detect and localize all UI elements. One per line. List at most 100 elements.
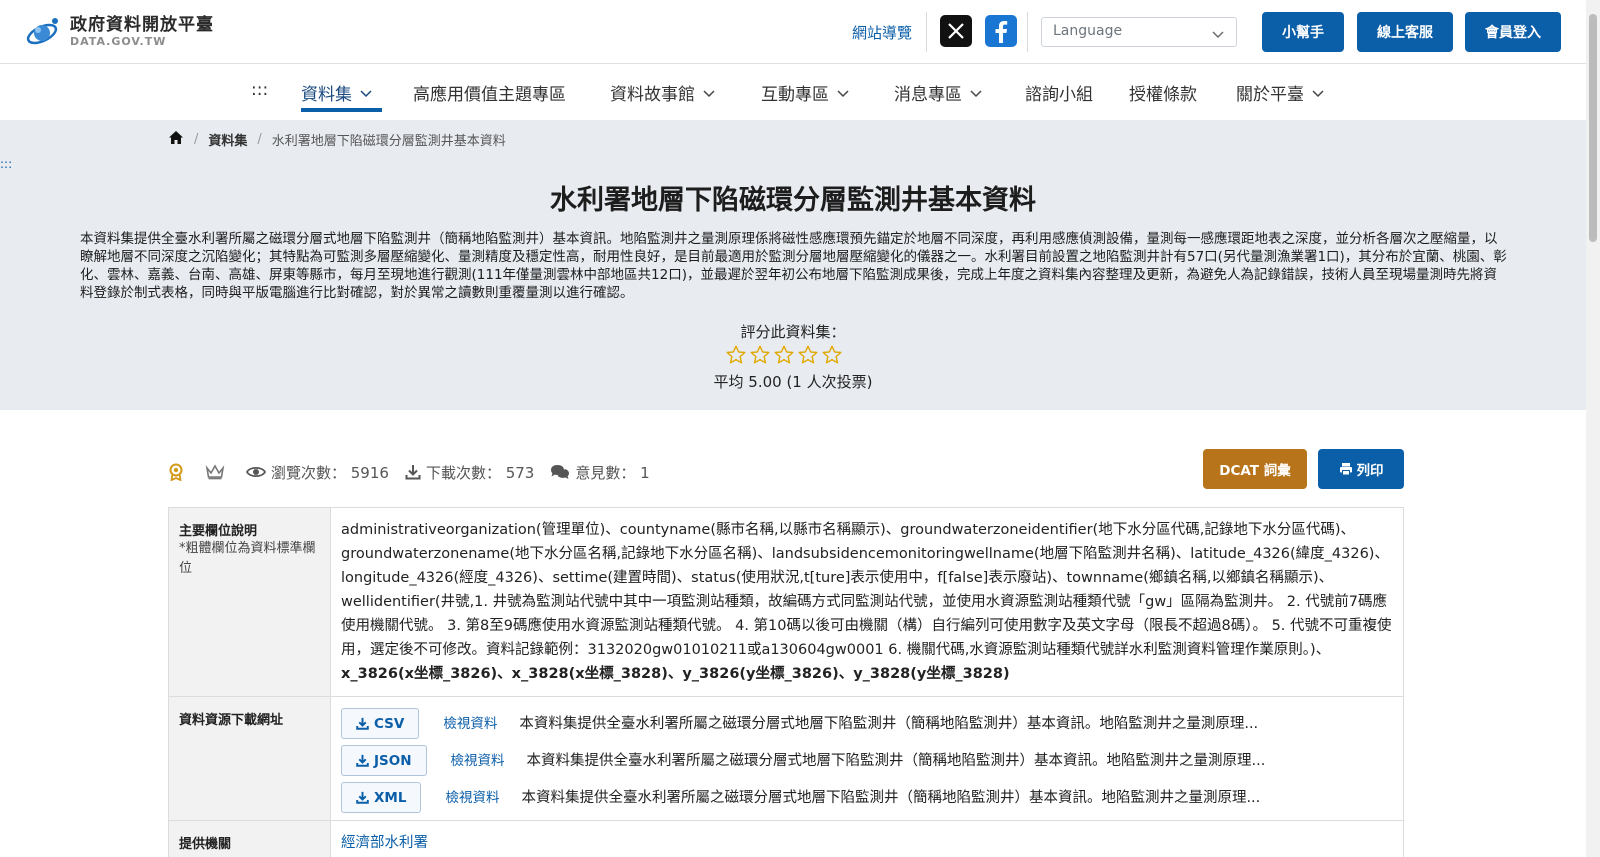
view-data-link[interactable]: 檢視資料 xyxy=(445,786,499,810)
view-data-link[interactable]: 檢視資料 xyxy=(443,712,497,736)
nav-item-high-value[interactable]: 高應用價值主題專區 xyxy=(413,80,566,105)
star-icon[interactable] xyxy=(774,345,794,364)
download-icon xyxy=(356,717,369,730)
dcat-vocabulary-button[interactable]: DCAT 詞彙 xyxy=(1203,449,1307,489)
nav-active-indicator xyxy=(301,108,382,112)
page-title: 水利署地層下陷磁環分層監測井基本資料 xyxy=(550,185,1036,216)
helper-button[interactable]: 小幫手 xyxy=(1262,12,1344,52)
logo-subtitle: DATA.GOV.TW xyxy=(70,35,167,48)
resources-list: CSV 檢視資料 本資料集提供全臺水利署所屬之磁環分層式地層下陷監測井（簡稱地陷… xyxy=(331,697,1403,820)
star-icon[interactable] xyxy=(726,345,746,364)
nav-skip-anchor[interactable]: ::: xyxy=(251,80,268,100)
printer-icon xyxy=(1339,463,1352,476)
nav-item-license[interactable]: 授權條款 xyxy=(1129,80,1197,105)
logo-icon xyxy=(24,12,64,52)
fields-description: administrativeorganization(管理單位)、countyn… xyxy=(331,508,1403,696)
nav-item-label: 資料集 xyxy=(301,85,352,105)
breadcrumb: / 資料集 / 水利署地層下陷磁環分層監測井基本資料 xyxy=(168,130,506,149)
logo-title: 政府資料開放平臺 xyxy=(70,15,214,35)
comments-count: 意見數： 1 xyxy=(575,463,650,482)
nav-item-about[interactable]: 關於平臺 xyxy=(1236,80,1324,105)
site-logo[interactable]: 政府資料開放平臺 DATA.GOV.TW xyxy=(24,12,224,52)
dataset-description: 本資料集提供全臺水利署所屬之磁環分層式地層下陷監測井（簡稱地陷監測井）基本資訊。… xyxy=(80,231,1507,301)
format-label: XML xyxy=(374,789,407,806)
chevron-down-icon xyxy=(1212,27,1224,43)
sitemap-link[interactable]: 網站導覽 xyxy=(852,22,912,43)
nav-item-datasets[interactable]: 資料集 xyxy=(301,80,372,105)
print-button[interactable]: 列印 xyxy=(1318,449,1404,489)
star-icon[interactable] xyxy=(750,345,770,364)
table-row: 主要欄位說明 *粗體欄位為資料標準欄位 administrativeorgani… xyxy=(169,508,1403,697)
table-row: 提供機關 經濟部水利署 xyxy=(169,821,1403,857)
download-json-button[interactable]: JSON xyxy=(341,745,427,776)
divider xyxy=(1027,12,1028,52)
table-row: 資料資源下載網址 CSV 檢視資料 本資料集提供全臺水利署所屬之磁環分層式地層下… xyxy=(169,697,1403,821)
download-xml-button[interactable]: XML xyxy=(341,782,422,813)
row-header: 資料資源下載網址 xyxy=(169,697,331,820)
scrollbar-thumb[interactable] xyxy=(1589,14,1597,242)
resources-header: 資料資源下載網址 xyxy=(179,713,284,728)
nav-item-stories[interactable]: 資料故事館 xyxy=(610,80,715,105)
star-icon[interactable] xyxy=(822,345,842,364)
comments-icon xyxy=(551,465,570,479)
main-nav: ::: 資料集 高應用價值主題專區 資料故事館 互動專區 消息專區 諮詢小組 授… xyxy=(0,64,1586,120)
comments-stat: 意見數： 1 xyxy=(550,462,650,483)
download-icon xyxy=(405,465,421,480)
resource-description: 本資料集提供全臺水利署所屬之磁環分層式地層下陷監測井（簡稱地陷監測井）基本資訊。… xyxy=(519,715,1259,732)
nav-item-label: 消息專區 xyxy=(894,85,962,105)
divider xyxy=(926,12,927,52)
facebook-icon[interactable] xyxy=(985,15,1017,47)
chevron-down-icon xyxy=(837,83,849,103)
breadcrumb-separator: / xyxy=(257,132,262,147)
rating-stars[interactable] xyxy=(726,345,842,364)
online-support-button[interactable]: 線上客服 xyxy=(1357,12,1453,52)
breadcrumb-datasets[interactable]: 資料集 xyxy=(208,130,247,149)
rating-average: 平均 5.00 (1 人次投票) xyxy=(713,373,873,391)
site-header: 政府資料開放平臺 DATA.GOV.TW 網站導覽 Language 小幫手 線… xyxy=(0,0,1586,64)
provider-cell: 經濟部水利署 xyxy=(331,821,1403,857)
format-label: JSON xyxy=(374,752,412,769)
nav-item-label: 關於平臺 xyxy=(1236,85,1304,105)
nav-item-label: 高應用價值主題專區 xyxy=(413,85,566,105)
x-twitter-icon[interactable] xyxy=(940,15,972,47)
nav-item-interactive[interactable]: 互動專區 xyxy=(761,80,849,105)
content-anchor[interactable]: ::: xyxy=(0,157,12,171)
eye-icon xyxy=(246,466,266,478)
dataset-info-table: 主要欄位說明 *粗體欄位為資料標準欄位 administrativeorgani… xyxy=(168,507,1404,857)
list-item: XML 檢視資料 本資料集提供全臺水利署所屬之磁環分層式地層下陷監測井（簡稱地陷… xyxy=(341,779,1393,816)
star-icon[interactable] xyxy=(798,345,818,364)
chevron-down-icon xyxy=(360,83,372,103)
nav-item-news[interactable]: 消息專區 xyxy=(894,80,982,105)
breadcrumb-separator: / xyxy=(194,132,199,147)
list-item: JSON 檢視資料 本資料集提供全臺水利署所屬之磁環分層式地層下陷監測井（簡稱地… xyxy=(341,742,1393,779)
nav-item-label: 授權條款 xyxy=(1129,85,1197,105)
download-icon xyxy=(356,754,369,767)
rating-label: 評分此資料集： xyxy=(740,323,846,341)
home-icon[interactable] xyxy=(168,130,184,149)
nav-item-label: 諮詢小組 xyxy=(1025,85,1093,105)
nav-item-label: 資料故事館 xyxy=(610,85,695,105)
nav-item-advisory[interactable]: 諮詢小組 xyxy=(1025,80,1093,105)
resource-description: 本資料集提供全臺水利署所屬之磁環分層式地層下陷監測井（簡稱地陷監測井）基本資訊。… xyxy=(521,789,1261,806)
dataset-stats: 瀏覽次數： 5916 下載次數： 573 意見數： 1 xyxy=(168,460,666,484)
downloads-count: 下載次數： 573 xyxy=(425,463,535,482)
chevron-down-icon xyxy=(970,83,982,103)
member-login-button[interactable]: 會員登入 xyxy=(1465,12,1561,52)
page-scrollbar[interactable] xyxy=(1586,0,1600,857)
badge-icon xyxy=(168,463,189,481)
downloads-stat: 下載次數： 573 xyxy=(405,462,534,483)
nav-item-label: 互動專區 xyxy=(761,85,829,105)
provider-link[interactable]: 經濟部水利署 xyxy=(341,835,428,851)
fields-note: *粗體欄位為資料標準欄位 xyxy=(179,541,316,576)
language-select[interactable]: Language xyxy=(1041,17,1237,47)
format-label: CSV xyxy=(374,715,405,732)
language-select-value: Language xyxy=(1053,23,1123,39)
list-item: CSV 檢視資料 本資料集提供全臺水利署所屬之磁環分層式地層下陷監測井（簡稱地陷… xyxy=(341,705,1393,742)
breadcrumb-current: 水利署地層下陷磁環分層監測井基本資料 xyxy=(271,134,506,149)
view-data-link[interactable]: 檢視資料 xyxy=(451,749,505,773)
provider-header: 提供機關 xyxy=(179,837,232,852)
download-csv-button[interactable]: CSV xyxy=(341,708,420,739)
crown-icon xyxy=(205,464,230,480)
print-label: 列印 xyxy=(1356,463,1384,479)
fields-text: administrativeorganization(管理單位)、countyn… xyxy=(341,522,1392,658)
